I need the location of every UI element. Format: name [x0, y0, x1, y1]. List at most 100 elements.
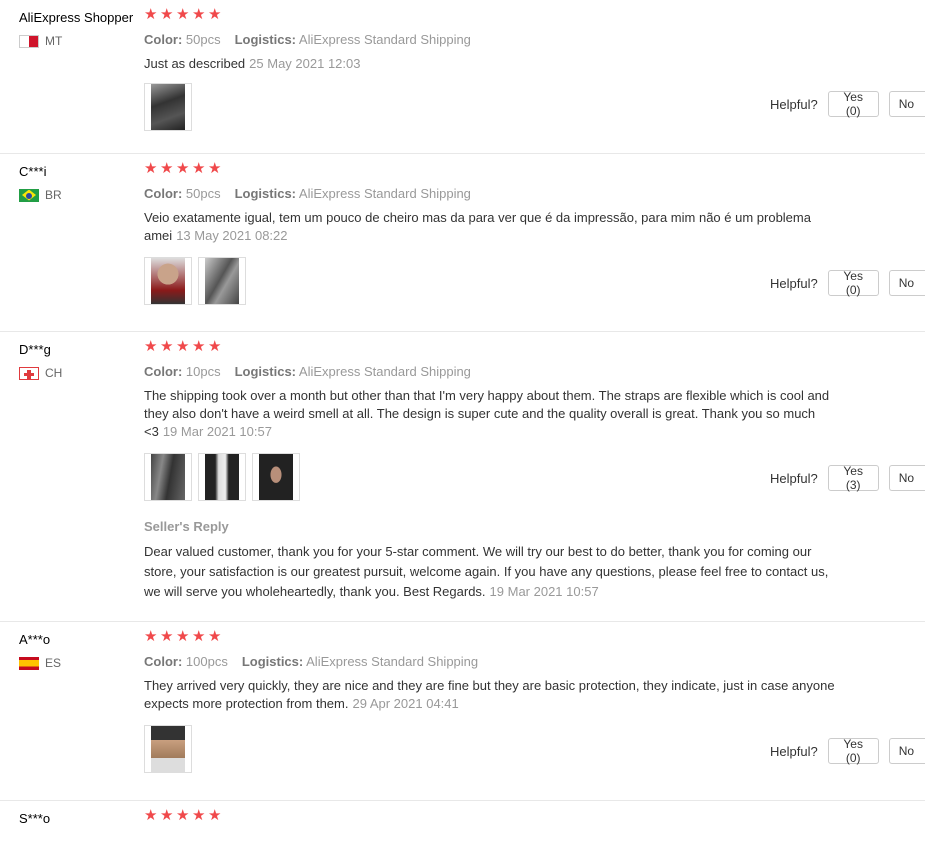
star-icon: ★	[176, 338, 190, 355]
reviewer-name: A***o	[19, 632, 51, 647]
star-icon: ★	[176, 807, 190, 824]
star-icon: ★	[160, 338, 174, 355]
star-rating: ★ ★ ★ ★ ★	[144, 628, 925, 646]
review-item: A***o ES ★ ★ ★ ★ ★ Color: 100pcs Logistics: A…	[0, 622, 925, 801]
helpful-no-button[interactable]: No	[888, 465, 925, 491]
logistics-label: Logistics:	[234, 32, 297, 47]
review-date: 29 Apr 2021 04:41	[352, 696, 459, 711]
star-icon: ★	[160, 807, 174, 824]
reviewer-country: ES	[19, 656, 61, 670]
star-icon: ★	[144, 6, 158, 23]
logistics-value: AliExpress Standard Shipping	[298, 186, 471, 201]
star-icon: ★	[144, 338, 158, 355]
star-icon: ★	[208, 338, 222, 355]
seller-reply-date: 19 Mar 2021 10:57	[489, 584, 599, 599]
reviewer-name: AliExpress Shopper	[19, 10, 134, 25]
country-code: MT	[45, 34, 63, 48]
review-photo-thumbnail[interactable]	[144, 83, 192, 131]
logistics-label: Logistics:	[234, 364, 297, 379]
star-icon: ★	[176, 160, 190, 177]
reviewer-name: D***g	[19, 342, 51, 357]
helpful-label: Helpful?	[770, 470, 818, 486]
review-photo-thumbnail[interactable]	[252, 453, 300, 501]
logistics-label: Logistics:	[234, 186, 297, 201]
helpful-vote: Helpful? Yes (0) No	[770, 269, 925, 297]
person-photo-icon	[259, 454, 293, 500]
spain-flag-icon	[19, 656, 39, 670]
logistics-value: AliExpress Standard Shipping	[298, 364, 471, 379]
mask-photo-icon	[205, 454, 239, 500]
review-photo-thumbnail[interactable]	[198, 257, 246, 305]
country-code: BR	[45, 188, 62, 202]
star-icon: ★	[160, 160, 174, 177]
brazil-flag-icon	[19, 188, 39, 202]
color-label: Color:	[144, 32, 183, 47]
helpful-vote: Helpful? Yes (3) No	[770, 464, 925, 492]
helpful-label: Helpful?	[770, 743, 818, 759]
star-icon: ★	[176, 628, 190, 645]
mask-photo-icon	[151, 84, 185, 130]
star-icon: ★	[192, 338, 206, 355]
review-body: Just as described	[144, 56, 246, 71]
seller-reply: Dear valued customer, thank you for your…	[144, 542, 834, 602]
mask-photo-icon	[205, 258, 239, 304]
order-info: Color: 50pcs Logistics: AliExpress Standa…	[144, 32, 925, 47]
star-icon: ★	[192, 807, 206, 824]
star-rating: ★ ★ ★ ★ ★	[144, 160, 925, 178]
review-item: S***o ★ ★ ★ ★ ★	[0, 801, 925, 841]
seller-reply-body: Dear valued customer, thank you for your…	[144, 544, 829, 599]
helpful-no-button[interactable]: No	[888, 270, 925, 296]
helpful-label: Helpful?	[770, 275, 818, 291]
reviewer-country: CH	[19, 366, 62, 380]
review-item: D***g CH ★ ★ ★ ★ ★ Color: 10pcs Logistics: Al…	[0, 332, 925, 622]
star-icon: ★	[208, 6, 222, 23]
star-icon: ★	[192, 6, 206, 23]
review-body: They arrived very quickly, they are nice…	[144, 678, 835, 711]
reviewer-country: MT	[19, 34, 133, 48]
review-text: They arrived very quickly, they are nice…	[144, 677, 844, 713]
color-value: 10pcs	[185, 364, 221, 379]
color-value: 50pcs	[185, 186, 221, 201]
review-text: Veio exatamente igual, tem um pouco de c…	[144, 209, 844, 245]
color-label: Color:	[144, 364, 183, 379]
country-code: ES	[45, 656, 62, 670]
star-rating: ★ ★ ★ ★ ★	[144, 807, 925, 825]
helpful-no-button[interactable]: No	[888, 738, 925, 764]
star-rating: ★ ★ ★ ★ ★	[144, 338, 925, 356]
reviewer-country: BR	[19, 188, 62, 202]
star-icon: ★	[192, 628, 206, 645]
review-item: AliExpress Shopper MT ★ ★ ★ ★ ★ Color: 50pcs…	[0, 0, 925, 154]
switzerland-flag-icon	[19, 366, 39, 380]
review-text: Just as described 25 May 2021 12:03	[144, 55, 844, 73]
review-photo-thumbnail[interactable]	[144, 725, 192, 773]
star-icon: ★	[144, 160, 158, 177]
helpful-no-button[interactable]: No	[888, 91, 925, 117]
mask-photo-icon	[151, 454, 185, 500]
star-icon: ★	[160, 628, 174, 645]
helpful-yes-button[interactable]: Yes (3)	[827, 464, 879, 492]
helpful-yes-button[interactable]: Yes (0)	[827, 90, 879, 118]
color-label: Color:	[144, 654, 183, 669]
order-info: Color: 50pcs Logistics: AliExpress Standa…	[144, 186, 925, 201]
review-date: 25 May 2021 12:03	[249, 56, 361, 71]
logistics-label: Logistics:	[241, 654, 304, 669]
reviewer-name: C***i	[19, 164, 47, 179]
review-text: The shipping took over a month but other…	[144, 387, 844, 441]
color-label: Color:	[144, 186, 183, 201]
review-date: 19 Mar 2021 10:57	[162, 424, 272, 439]
helpful-yes-button[interactable]: Yes (0)	[827, 737, 879, 765]
star-icon: ★	[144, 628, 158, 645]
star-icon: ★	[144, 807, 158, 824]
helpful-yes-button[interactable]: Yes (0)	[827, 269, 879, 297]
review-photo-thumbnail[interactable]	[144, 453, 192, 501]
order-info: Color: 100pcs Logistics: AliExpress Stand…	[144, 654, 925, 669]
star-icon: ★	[160, 6, 174, 23]
review-item: C***i BR ★ ★ ★ ★ ★ Color: 50pcs Logistics: Al…	[0, 154, 925, 332]
seller-reply-title: Seller's Reply	[144, 519, 229, 534]
review-photo-thumbnail[interactable]	[144, 257, 192, 305]
review-photo-thumbnail[interactable]	[198, 453, 246, 501]
helpful-label: Helpful?	[770, 96, 818, 112]
malta-flag-icon	[19, 34, 39, 48]
star-icon: ★	[208, 628, 222, 645]
logistics-value: AliExpress Standard Shipping	[298, 32, 471, 47]
